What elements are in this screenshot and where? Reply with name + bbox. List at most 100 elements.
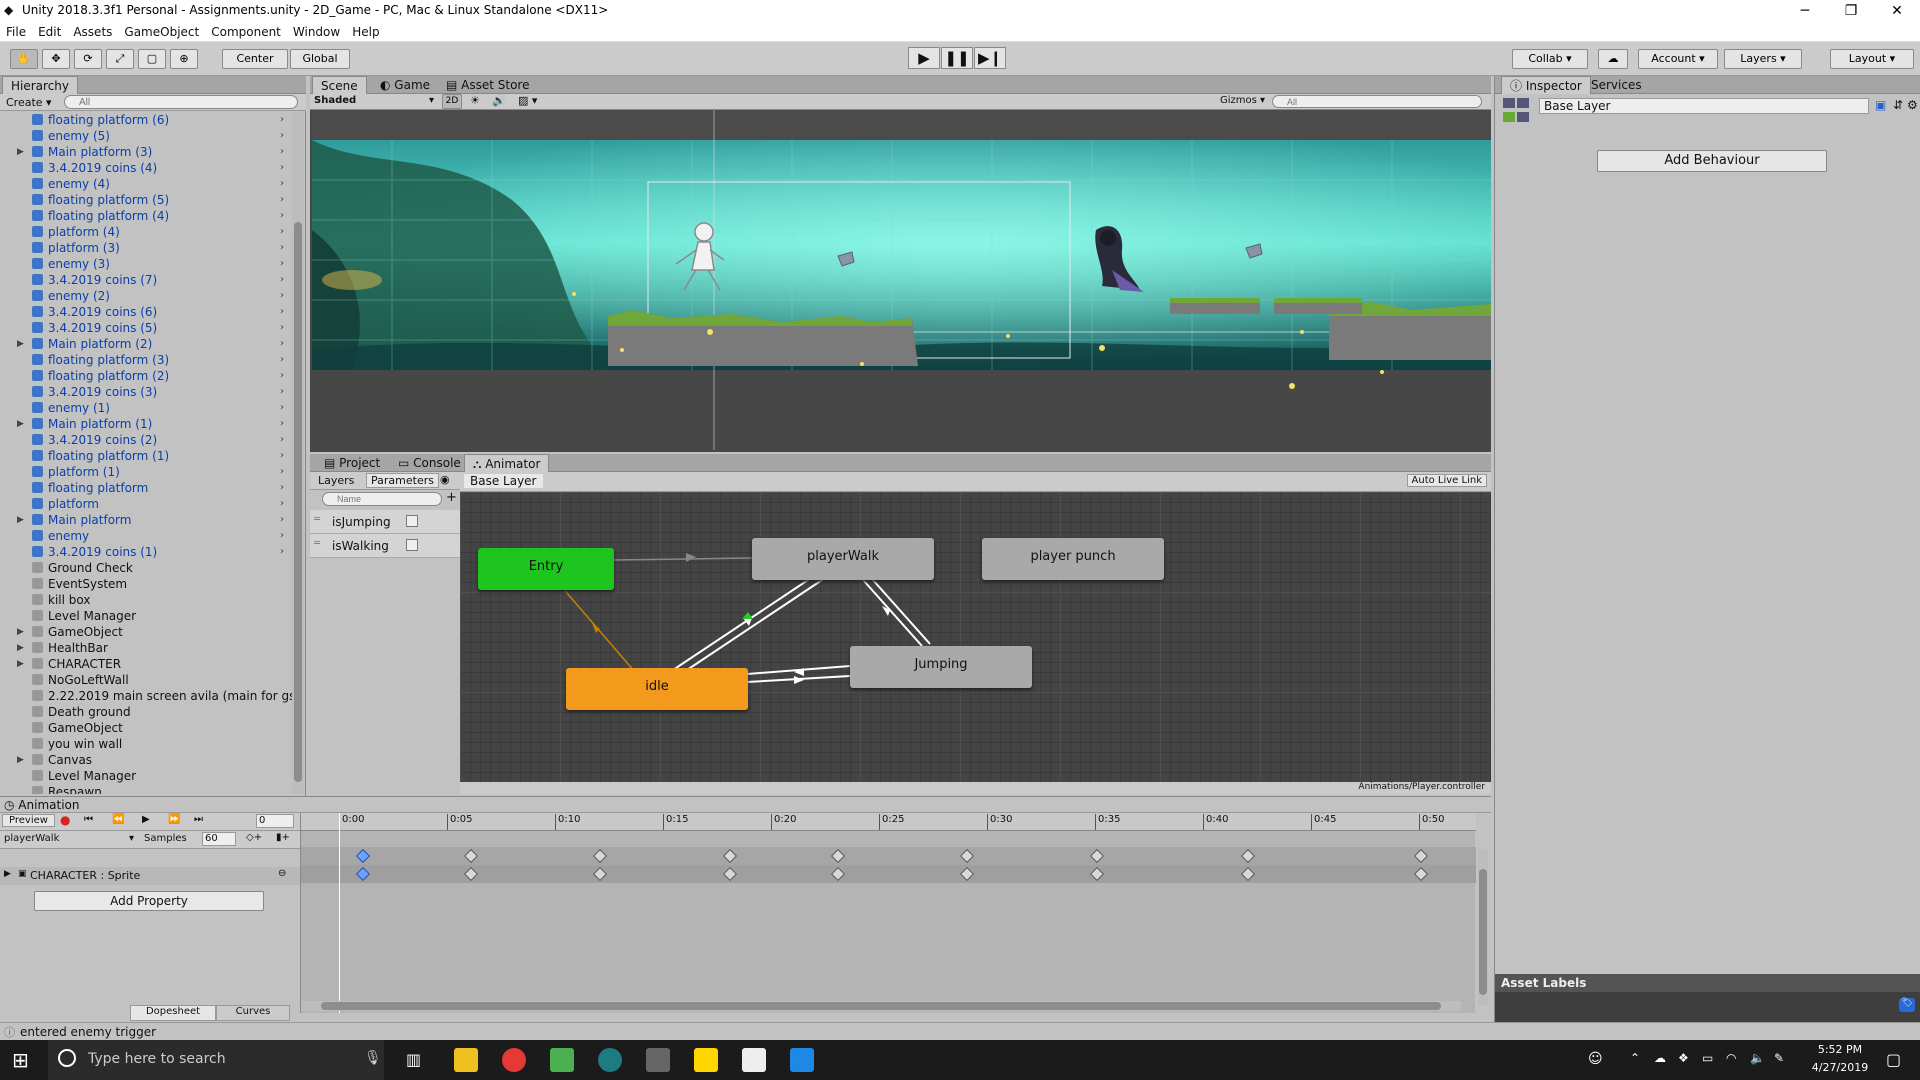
hierarchy-item[interactable]: platform (4) ›: [0, 224, 292, 240]
hierarchy-item[interactable]: enemy (5) ›: [0, 128, 292, 144]
chrome-icon[interactable]: [502, 1048, 526, 1072]
summary-keyframe[interactable]: [355, 848, 370, 864]
prefab-chevron-icon[interactable]: ›: [280, 272, 284, 288]
sprite-keyframe[interactable]: [1241, 866, 1256, 882]
tab-animator[interactable]: ⛬ Animator: [464, 454, 550, 472]
expand-arrow-icon[interactable]: ▶: [17, 336, 24, 352]
hierarchy-item[interactable]: ▶ GameObject: [0, 624, 292, 640]
expand-arrow-icon[interactable]: ▶: [17, 624, 24, 640]
tray-chevron-icon[interactable]: ⌃: [1630, 1051, 1640, 1065]
lighting-icon[interactable]: ☀: [470, 94, 480, 107]
tab-dopesheet[interactable]: Dopesheet: [130, 1005, 216, 1021]
summary-keyframe[interactable]: [463, 848, 478, 864]
play-anim-icon[interactable]: ▶: [142, 814, 150, 825]
preview-toggle[interactable]: Preview: [2, 814, 55, 827]
microphone-icon[interactable]: 🎙: [364, 1050, 382, 1066]
app-icon-green[interactable]: [550, 1048, 574, 1072]
hierarchy-item[interactable]: Death ground: [0, 704, 292, 720]
hierarchy-item[interactable]: NoGoLeftWall: [0, 672, 292, 688]
hierarchy-search-input[interactable]: [64, 95, 298, 109]
hierarchy-item[interactable]: Level Manager: [0, 608, 292, 624]
audio-icon[interactable]: 🔊: [492, 94, 506, 107]
expand-arrow-icon[interactable]: ▶: [17, 144, 24, 160]
vertical-scroll-thumb[interactable]: [1479, 869, 1487, 995]
summary-keyframe[interactable]: [1413, 848, 1429, 864]
prefab-chevron-icon[interactable]: ›: [280, 224, 284, 240]
hierarchy-item[interactable]: floating platform (1) ›: [0, 448, 292, 464]
vertical-scrollbar[interactable]: [1478, 849, 1488, 1005]
prefab-chevron-icon[interactable]: ›: [280, 480, 284, 496]
prefab-chevron-icon[interactable]: ›: [280, 352, 284, 368]
menu-gameobject[interactable]: GameObject: [118, 22, 205, 42]
add-event-icon[interactable]: ▮+: [276, 832, 290, 843]
hierarchy-item[interactable]: 3.4.2019 coins (6) ›: [0, 304, 292, 320]
hierarchy-item[interactable]: platform (1) ›: [0, 464, 292, 480]
prefab-chevron-icon[interactable]: ›: [280, 176, 284, 192]
step-button[interactable]: ▶❙: [974, 47, 1006, 69]
summary-keyframe[interactable]: [830, 848, 845, 864]
state-player-walk[interactable]: playerWalk: [752, 538, 934, 580]
clock-time[interactable]: 5:52 PM: [1800, 1043, 1880, 1056]
expand-arrow-icon[interactable]: ▶: [17, 416, 24, 432]
hierarchy-item[interactable]: Ground Check: [0, 560, 292, 576]
prefab-chevron-icon[interactable]: ›: [280, 384, 284, 400]
hand-tool-icon[interactable]: ✋: [10, 49, 38, 69]
network-icon[interactable]: ◠: [1726, 1051, 1736, 1065]
drag-handle-icon[interactable]: ═: [314, 514, 320, 525]
prefab-chevron-icon[interactable]: ›: [280, 528, 284, 544]
expand-arrow-icon[interactable]: ▶: [17, 512, 24, 528]
prefab-chevron-icon[interactable]: ›: [280, 160, 284, 176]
battery-icon[interactable]: ▭: [1702, 1051, 1713, 1065]
hierarchy-item[interactable]: floating platform (6) ›: [0, 112, 292, 128]
breadcrumb-base-layer[interactable]: Base Layer: [464, 474, 543, 488]
state-entry[interactable]: Entry: [478, 548, 614, 590]
prefab-chevron-icon[interactable]: ›: [280, 112, 284, 128]
prefab-chevron-icon[interactable]: ›: [280, 304, 284, 320]
hierarchy-item[interactable]: 3.4.2019 coins (2) ›: [0, 432, 292, 448]
tab-layers[interactable]: Layers: [314, 474, 358, 487]
taskbar-search-box[interactable]: Type here to search 🎙: [48, 1040, 384, 1080]
hierarchy-item[interactable]: floating platform ›: [0, 480, 292, 496]
menu-component[interactable]: Component: [205, 22, 287, 42]
tab-curves[interactable]: Curves: [216, 1005, 290, 1021]
label-tag-icon[interactable]: 🏷: [1899, 998, 1915, 1012]
gizmos-dropdown[interactable]: Gizmos ▾: [1220, 95, 1265, 106]
hierarchy-item[interactable]: kill box: [0, 592, 292, 608]
horizontal-scroll-thumb[interactable]: [321, 1002, 1441, 1010]
tab-parameters[interactable]: Parameters: [366, 473, 439, 488]
hierarchy-item[interactable]: enemy (4) ›: [0, 176, 292, 192]
transform-tool-icon[interactable]: ⊕: [170, 49, 198, 69]
hierarchy-item[interactable]: Respawn: [0, 784, 292, 794]
tab-console[interactable]: ▭ Console: [390, 454, 469, 472]
unity-taskbar-icon[interactable]: [742, 1048, 766, 1072]
file-explorer-icon[interactable]: [454, 1048, 478, 1072]
hierarchy-item[interactable]: GameObject: [0, 720, 292, 736]
tab-services[interactable]: Services: [1583, 76, 1650, 94]
app-icon-gray[interactable]: [646, 1048, 670, 1072]
menu-help[interactable]: Help: [346, 22, 385, 42]
volume-icon[interactable]: 🔈: [1750, 1051, 1765, 1065]
prefab-chevron-icon[interactable]: ›: [280, 496, 284, 512]
preset-icon[interactable]: ⇵: [1893, 98, 1903, 112]
prefab-chevron-icon[interactable]: ›: [280, 448, 284, 464]
tab-animation[interactable]: ◷ Animation: [4, 798, 79, 812]
prefab-chevron-icon[interactable]: ›: [280, 368, 284, 384]
frame-input[interactable]: 0: [256, 814, 294, 828]
animator-graph[interactable]: Entry playerWalk player punch Jumping id…: [460, 492, 1491, 782]
vscode-icon[interactable]: [790, 1048, 814, 1072]
sprite-keyframe[interactable]: [355, 866, 370, 882]
hierarchy-item[interactable]: floating platform (2) ›: [0, 368, 292, 384]
notifications-icon[interactable]: ▢: [1886, 1050, 1901, 1069]
prefab-chevron-icon[interactable]: ›: [280, 432, 284, 448]
param-isjumping-checkbox[interactable]: [406, 515, 418, 527]
move-tool-icon[interactable]: ✥: [42, 49, 70, 69]
help-icon[interactable]: ▣: [1875, 98, 1886, 112]
sticky-notes-icon[interactable]: [694, 1048, 718, 1072]
property-options-icon[interactable]: ⊖: [278, 868, 286, 879]
expand-arrow-icon[interactable]: ▶: [17, 640, 24, 656]
sprite-keyframe[interactable]: [463, 866, 478, 882]
create-dropdown[interactable]: Create ▾: [6, 96, 52, 109]
hierarchy-item[interactable]: enemy ›: [0, 528, 292, 544]
rotate-tool-icon[interactable]: ⟳: [74, 49, 102, 69]
hierarchy-item[interactable]: ▶ Main platform ›: [0, 512, 292, 528]
